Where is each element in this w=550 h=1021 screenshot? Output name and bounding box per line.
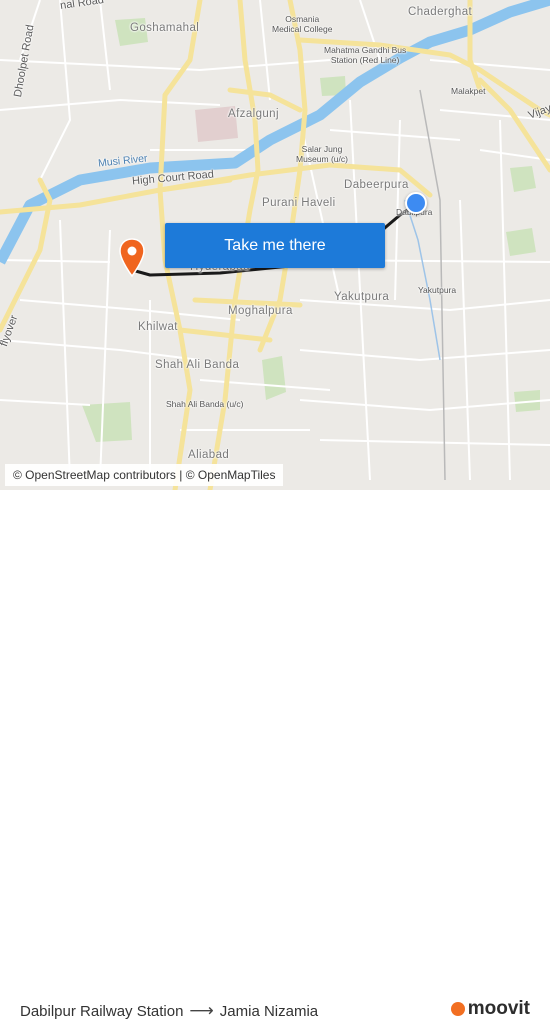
moovit-wordmark: moovit	[467, 998, 530, 1019]
area-label: Yakutpura	[334, 291, 390, 303]
park-area	[510, 166, 536, 192]
arrow-right-icon: ⟶	[189, 1001, 214, 1020]
map-attribution[interactable]: © OpenStreetMap contributors | © OpenMap…	[5, 464, 284, 486]
area-label: Khilwat	[138, 321, 178, 333]
canal-line	[404, 199, 441, 361]
stop-label: Shah Ali Banda (u/c)	[166, 399, 244, 409]
park-area	[82, 402, 132, 442]
area-label: Moghalpura	[228, 305, 293, 317]
park-area	[262, 356, 286, 400]
area-label: Shah Ali Banda	[155, 359, 240, 371]
route-footer: Dabilpur Railway Station ⟶ Jamia Nizamia…	[0, 490, 550, 1020]
destination-pin-icon[interactable]	[119, 238, 145, 278]
area-label: Purani Haveli	[262, 197, 336, 209]
poi-label: Osmania Medical College	[272, 14, 333, 34]
poi-label: Salar Jung Museum (u/c)	[296, 144, 348, 164]
area-label: Goshamahal	[130, 22, 200, 34]
origin-name: Dabilpur Railway Station	[20, 1002, 184, 1020]
map-view[interactable]: nal Road Goshamahal Osmania Medical Coll…	[0, 0, 550, 490]
area-label: Dabeerpura	[344, 179, 409, 191]
origin-marker[interactable]	[405, 192, 427, 214]
poi-label: Malakpet	[451, 86, 486, 96]
moovit-logo-icon	[450, 1002, 465, 1016]
poi-label: Mahatma Gandhi Bus Station (Red Line)	[324, 45, 407, 65]
area-label: Chaderghat	[408, 6, 473, 18]
route-summary: Dabilpur Railway Station ⟶ Jamia Nizamia	[20, 1001, 318, 1021]
destination-name: Jamia Nizamia	[219, 1002, 319, 1020]
area-label: Aliabad	[188, 449, 230, 461]
moovit-logo[interactable]: moovit	[450, 998, 530, 1020]
area-label: Afzalgunj	[228, 108, 279, 120]
take-me-there-button[interactable]: Take me there	[165, 223, 385, 268]
stop-label: Yakutpura	[418, 285, 457, 295]
park-area	[506, 228, 536, 256]
